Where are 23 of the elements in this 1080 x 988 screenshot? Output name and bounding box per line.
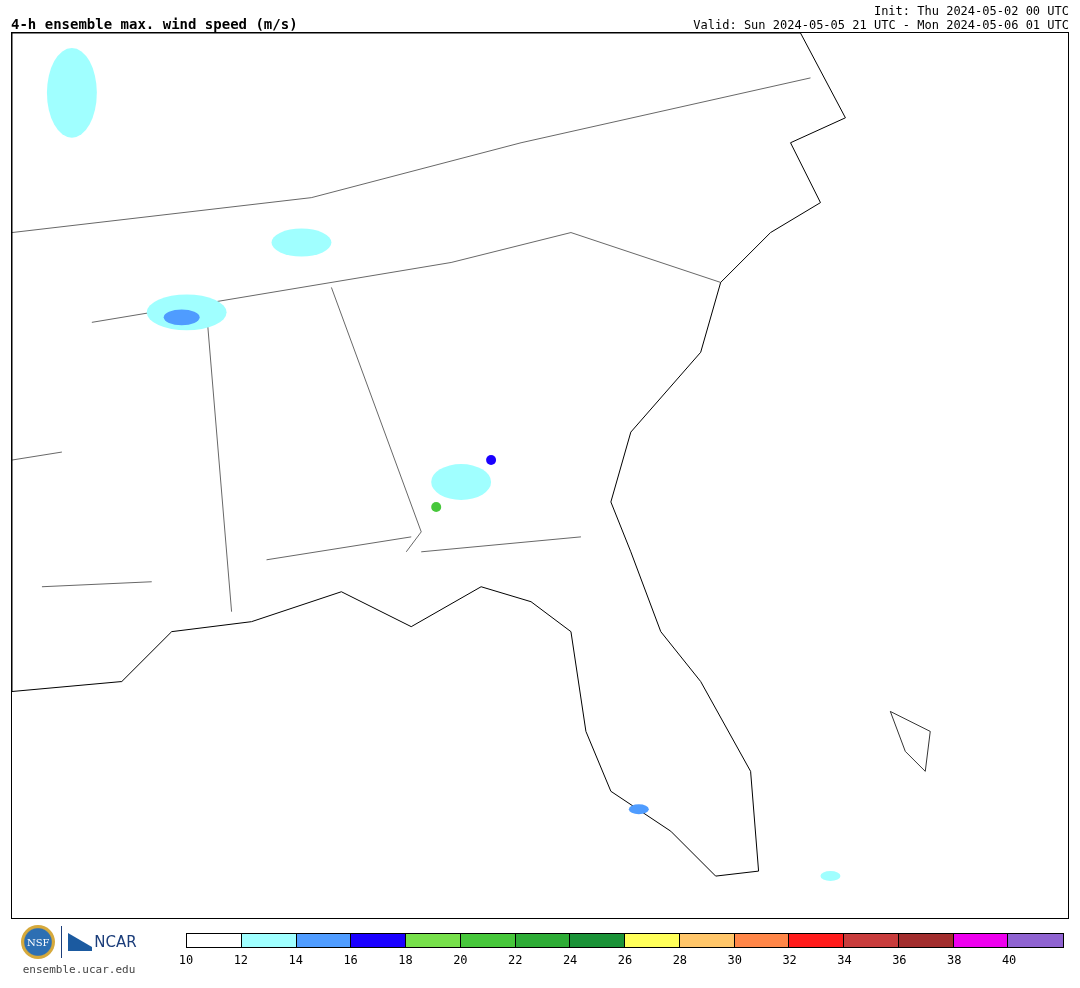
globe-logo: NSF bbox=[21, 925, 56, 959]
tick-label: 26 bbox=[617, 953, 633, 967]
tick-label: 36 bbox=[892, 953, 907, 967]
tick-label: 24 bbox=[562, 953, 578, 967]
tick-label: 14 bbox=[288, 953, 303, 967]
init-time: Init: Thu 2024-05-02 00 UTC bbox=[873, 4, 1069, 18]
tick-label: 30 bbox=[727, 953, 742, 967]
site-url: ensemble.ucar.edu bbox=[22, 963, 136, 976]
tick-label: 12 bbox=[233, 953, 249, 967]
chart-title: 4-h ensemble max. wind speed (m/s) bbox=[11, 16, 298, 32]
tick-label: 20 bbox=[453, 953, 468, 967]
tick-label: 34 bbox=[837, 953, 852, 967]
tick-label: 22 bbox=[508, 953, 523, 967]
logo-text: NCAR bbox=[94, 933, 137, 951]
swoosh-icon bbox=[68, 933, 93, 951]
valid-time: Valid: Sun 2024-05-05 21 UTC - Mon 2024-05-06 01 UTC bbox=[693, 18, 1069, 32]
tick-label: 16 bbox=[343, 953, 358, 967]
tick-label: 40 bbox=[1001, 953, 1017, 967]
tick-label: 28 bbox=[672, 953, 688, 967]
tick-label: 10 bbox=[178, 953, 194, 967]
tick-label: 32 bbox=[782, 953, 797, 967]
tick-label: 38 bbox=[947, 953, 962, 967]
tick-label: 18 bbox=[398, 953, 413, 967]
